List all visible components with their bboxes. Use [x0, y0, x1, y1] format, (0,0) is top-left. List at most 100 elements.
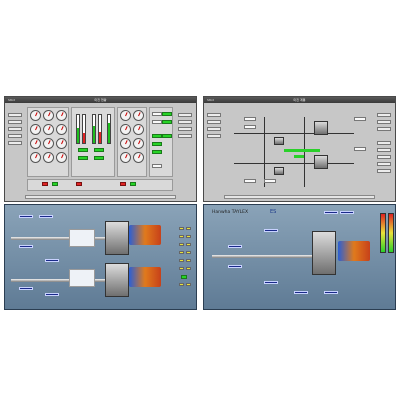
- control-button[interactable]: [162, 134, 172, 138]
- gauge: [56, 124, 67, 135]
- alarm-indicator: [76, 182, 82, 186]
- gauge: [43, 152, 54, 163]
- readout-box: [45, 259, 59, 262]
- alarm-indicator: [120, 182, 126, 186]
- right-menu-item[interactable]: [178, 120, 192, 124]
- control-button[interactable]: [152, 112, 162, 116]
- side-menu-item[interactable]: [8, 141, 22, 145]
- control-button[interactable]: [152, 142, 162, 146]
- readout-box: [228, 265, 242, 268]
- status-cell: [179, 259, 184, 262]
- bar-panel: [71, 107, 115, 177]
- readout-box: [19, 287, 33, 290]
- control-button[interactable]: [152, 134, 162, 138]
- level-bar: [107, 114, 111, 144]
- right-menu-item[interactable]: [178, 134, 192, 138]
- readout-box: [39, 215, 53, 218]
- status-cell: [179, 283, 184, 286]
- readout-box: [19, 245, 33, 248]
- level-bar: [82, 114, 86, 144]
- right-menu-item[interactable]: [377, 155, 391, 159]
- right-menu-item[interactable]: [377, 113, 391, 117]
- control-button[interactable]: [162, 112, 172, 116]
- gauge: [56, 138, 67, 149]
- pipe-line: [234, 163, 354, 164]
- pipe-line: [304, 117, 305, 187]
- engine-unit: [314, 155, 328, 169]
- status-cell: [186, 251, 191, 254]
- status-cell: [179, 267, 184, 270]
- readout-box: [264, 229, 278, 232]
- side-menu-item[interactable]: [8, 120, 22, 124]
- status-cell: [186, 267, 191, 270]
- status-cell: [186, 283, 191, 286]
- gas-turbine: [129, 267, 161, 287]
- gearbox: [312, 231, 336, 275]
- gearbox: [105, 263, 129, 297]
- status-indicator: [94, 156, 104, 160]
- status-cell: [186, 227, 191, 230]
- side-menu-item[interactable]: [207, 120, 221, 124]
- control-button[interactable]: [162, 120, 172, 124]
- level-bar: [98, 114, 102, 144]
- readout-box: [244, 117, 256, 121]
- side-menu-item[interactable]: [8, 113, 22, 117]
- gauge: [133, 110, 144, 121]
- gauge: [43, 124, 54, 135]
- gauge: [43, 110, 54, 121]
- status-indicator: [52, 182, 58, 186]
- side-menu: [206, 111, 224, 151]
- engine-unit: [314, 121, 328, 135]
- readout-box: [228, 245, 242, 248]
- right-menu-item[interactable]: [377, 148, 391, 152]
- gearbox: [105, 221, 129, 255]
- readout-box: [45, 293, 59, 296]
- bottom-nav-bar[interactable]: [224, 195, 375, 199]
- gauge: [133, 124, 144, 135]
- side-menu-item[interactable]: [8, 134, 22, 138]
- gauge: [56, 110, 67, 121]
- status-indicator: [78, 156, 88, 160]
- bottom-nav-bar[interactable]: [25, 195, 176, 199]
- screen-propulsion-single: Hanwha TAYLEX ES: [203, 204, 396, 310]
- right-menu-item[interactable]: [377, 169, 391, 173]
- right-menu-item[interactable]: [377, 120, 391, 124]
- side-menu-item[interactable]: [207, 113, 221, 117]
- status-indicator: [94, 148, 104, 152]
- status-cell: [186, 235, 191, 238]
- side-menu-item[interactable]: [207, 127, 221, 131]
- side-menu-item[interactable]: [8, 127, 22, 131]
- control-button[interactable]: [152, 164, 162, 168]
- side-menu-item[interactable]: [207, 134, 221, 138]
- value-table: [69, 269, 95, 287]
- readout-box: [324, 291, 338, 294]
- window-title: 마진 계통: [293, 98, 306, 102]
- status-column: [177, 213, 195, 305]
- readout-box: [324, 211, 338, 214]
- window-title: 마진 현황: [94, 98, 107, 102]
- side-menu: [7, 111, 24, 151]
- status-cell: [179, 235, 184, 238]
- gauge: [43, 138, 54, 149]
- value-table: [69, 229, 95, 247]
- right-menu-item[interactable]: [178, 127, 192, 131]
- brand-logo: Hanwha TAYLEX: [212, 210, 249, 215]
- right-menu-item[interactable]: [377, 162, 391, 166]
- temperature-scale: [380, 213, 386, 253]
- gauge: [120, 152, 131, 163]
- alarm-row: [27, 179, 173, 191]
- right-menu-item[interactable]: [377, 141, 391, 145]
- right-menu: [177, 111, 195, 161]
- screen-tag: ES: [270, 209, 277, 215]
- right-menu-item[interactable]: [178, 113, 192, 117]
- level-bar: [92, 114, 96, 144]
- readout-box: [264, 281, 278, 284]
- alarm-indicator: [42, 182, 48, 186]
- gas-turbine: [338, 241, 370, 261]
- control-button[interactable]: [152, 120, 162, 124]
- control-button[interactable]: [152, 150, 162, 154]
- window-titlebar: Stbd 마진 계통: [204, 97, 395, 103]
- gauge: [30, 110, 41, 121]
- right-menu-item[interactable]: [377, 127, 391, 131]
- status-cell: [179, 243, 184, 246]
